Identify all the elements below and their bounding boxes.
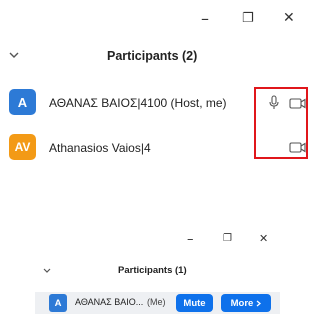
video-camera-icon[interactable] [289, 98, 306, 109]
restore-button[interactable]: ❐ [242, 12, 254, 25]
chevron-right-icon [256, 300, 262, 307]
chevron-down-icon[interactable] [43, 268, 51, 273]
more-label: More [230, 297, 254, 309]
close-button[interactable]: ✕ [259, 233, 268, 244]
participant-name: ΑΘΑΝΑΣ ΒΑΙΟΣ|4100 (Host, me) [49, 96, 227, 110]
minimize-button[interactable]: – [187, 233, 194, 246]
participant-name: Athanasios Vaios|4 [49, 141, 151, 155]
restore-button[interactable]: ❐ [223, 234, 232, 244]
video-camera-icon[interactable] [289, 142, 306, 153]
chevron-down-icon[interactable] [9, 52, 19, 58]
microphone-icon[interactable] [269, 95, 279, 110]
participant-row[interactable]: A ΑΘΑΝΑΣ ΒΑΙΟ... (Me) Mute More [35, 292, 280, 314]
participants-title: Participants (2) [107, 49, 198, 63]
mute-button[interactable]: Mute [176, 294, 213, 312]
minimize-button[interactable]: – [201, 11, 209, 27]
close-button[interactable]: ✕ [283, 11, 295, 25]
participant-name: ΑΘΑΝΑΣ ΒΑΙΟ... [75, 297, 144, 307]
avatar: AV [9, 134, 36, 160]
avatar: A [49, 294, 67, 312]
more-button[interactable]: More [221, 294, 271, 312]
avatar: A [9, 89, 36, 115]
participant-me-label: (Me) [147, 297, 166, 307]
participants-title: Participants (1) [118, 265, 187, 276]
